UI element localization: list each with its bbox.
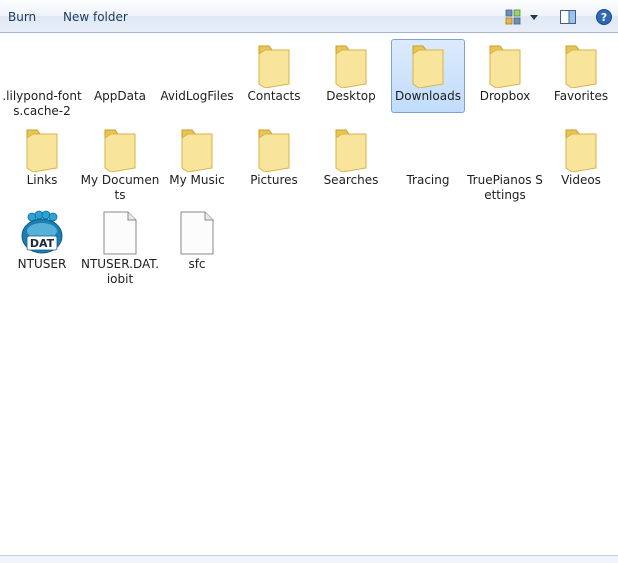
new-folder-button[interactable]: New folder [63,8,128,26]
list-item[interactable]: sfc [160,207,234,281]
item-label: AppData [93,89,147,103]
status-bar [0,555,618,563]
item-label: NTUSER [17,257,67,271]
dat-file-icon: DAT [21,210,63,254]
item-label: Downloads [395,89,461,103]
folder-icon [565,129,597,172]
item-label: TruePianos Settings [467,173,543,202]
item-label: Searches [323,173,379,187]
list-item[interactable]: .lilypond-fonts.cache-2 [2,39,81,118]
folder-icon [258,129,290,172]
item-label: AvidLogFiles [160,89,234,103]
help-icon[interactable]: ? [595,8,613,26]
item-label: NTUSER.DAT.iobit [80,257,160,286]
svg-text:?: ? [601,11,607,24]
preview-pane-icon[interactable] [559,8,577,26]
list-item[interactable]: DAT NTUSER [5,207,79,281]
file-list[interactable]: .lilypond-fonts.cache-2 AppData AvidLogF… [0,33,618,555]
folder-icon [565,45,597,88]
folder-icon [181,129,213,172]
item-label: Pictures [250,173,298,187]
list-item[interactable]: Searches [314,123,388,197]
folder-icon [104,129,136,172]
item-label: My Documents [80,173,160,202]
blank-file-icon [180,211,214,255]
burn-button[interactable]: Burn [8,8,36,26]
item-label: Links [26,173,58,187]
dat-badge: DAT [30,237,55,250]
list-item[interactable]: Desktop [314,39,388,113]
item-label: My Music [169,173,225,187]
list-item[interactable]: Contacts [237,39,311,113]
folder-icon [258,45,290,88]
folder-icon [26,129,58,172]
list-item[interactable]: Dropbox [468,39,542,113]
folder-icon [489,45,521,88]
list-item[interactable]: TruePianos Settings [467,123,543,202]
chevron-down-icon[interactable] [527,8,541,26]
list-item[interactable]: Videos [544,123,618,197]
list-item[interactable]: NTUSER.DAT.iobit [81,207,159,286]
list-item[interactable]: Tracing [391,123,465,197]
item-label: Favorites [553,89,609,103]
item-label: Tracing [406,173,450,187]
folder-icon [335,129,367,172]
folder-icon [335,45,367,88]
view-options-icon[interactable] [504,8,522,26]
item-label: Dropbox [479,89,531,103]
list-item-selected[interactable]: Downloads [391,39,465,113]
list-item[interactable]: My Music [160,123,234,197]
list-item[interactable]: AppData [83,39,157,113]
item-label: Videos [561,173,601,187]
command-bar: Burn New folder ? [0,0,618,33]
folder-icon [412,45,444,88]
list-item[interactable]: My Documents [81,123,159,202]
item-label: sfc [188,257,206,271]
list-item[interactable]: Links [5,123,79,197]
list-item[interactable]: AvidLogFiles [160,39,234,113]
list-item[interactable]: Favorites [544,39,618,113]
item-label: .lilypond-fonts.cache-2 [2,89,82,118]
list-item[interactable]: Pictures [237,123,311,197]
item-label: Contacts [247,89,301,103]
blank-file-icon [103,211,137,255]
item-label: Desktop [326,89,376,103]
